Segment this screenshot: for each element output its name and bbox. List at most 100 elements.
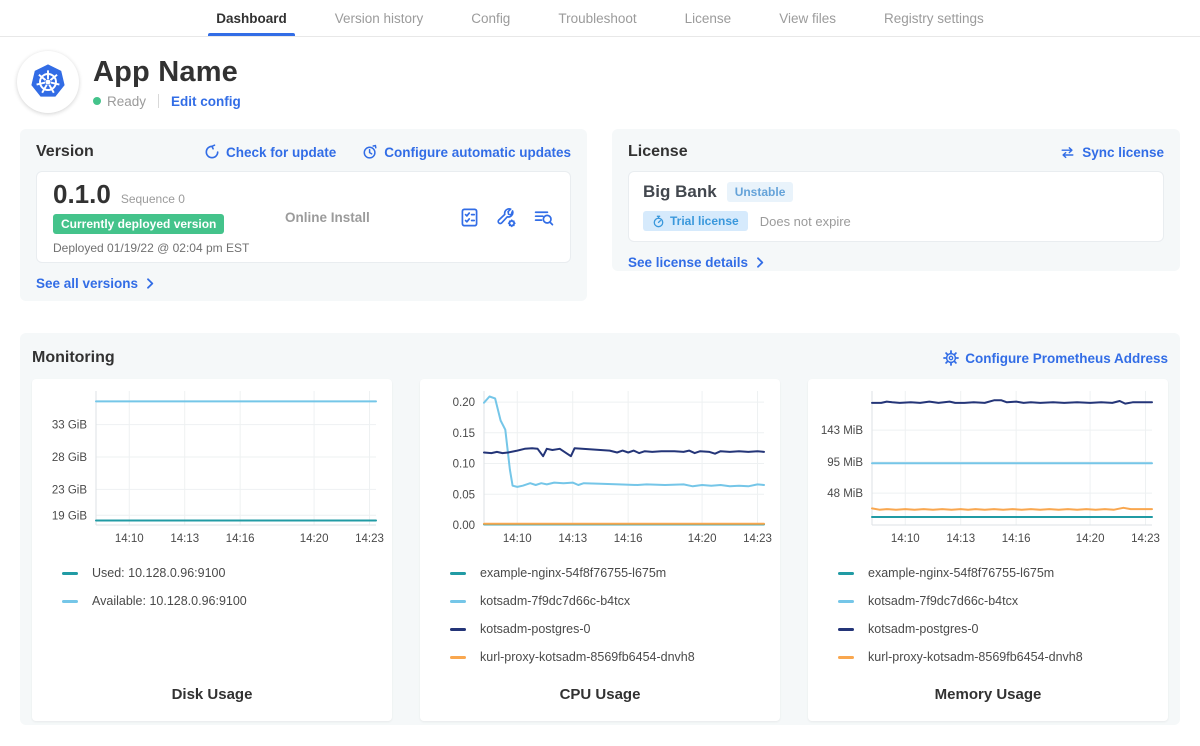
legend-label: Available: 10.128.0.96:9100	[92, 594, 247, 608]
deployed-timestamp: Deployed 01/19/22 @ 02:04 pm EST	[53, 241, 285, 255]
legend-swatch	[450, 600, 466, 603]
chevron-right-icon	[756, 257, 765, 268]
legend-label: Used: 10.128.0.96:9100	[92, 566, 225, 580]
legend-item: kotsadm-7f9dc7d66c-b4tcx	[838, 587, 1168, 615]
monitoring-section: Monitoring Configure Prometheus Address …	[20, 333, 1180, 725]
svg-text:14:13: 14:13	[946, 533, 975, 545]
legend-item: kotsadm-postgres-0	[450, 615, 780, 643]
legend-swatch	[450, 656, 466, 659]
legend-swatch	[838, 656, 854, 659]
svg-text:23 GiB: 23 GiB	[52, 484, 87, 496]
preflight-checks-button[interactable]	[459, 207, 480, 228]
svg-text:14:13: 14:13	[558, 533, 587, 545]
svg-text:0.20: 0.20	[453, 397, 475, 409]
chart-legend: example-nginx-54f8f76755-l675mkotsadm-7f…	[808, 551, 1168, 671]
version-sequence: Sequence 0	[121, 192, 185, 206]
chart-legend: example-nginx-54f8f76755-l675m kotsadm-7f…	[420, 551, 780, 671]
legend-swatch	[62, 572, 78, 575]
chart-plot-memory-usage: 48 MiB95 MiB143 MiB14:1014:1314:1614:201…	[808, 379, 1168, 551]
view-diff-button[interactable]	[533, 207, 554, 228]
legend-label: kotsadm-7f9dc7d66c-b4tcx	[868, 594, 1018, 608]
app-logo	[17, 51, 79, 113]
charts-row: 19 GiB 23 GiB 28 GiB 33 GiB 14:10 14:13 14:16 1…	[32, 379, 1168, 721]
tab-config[interactable]: Config	[469, 0, 512, 36]
svg-text:14:23: 14:23	[1131, 533, 1160, 545]
clock-update-icon	[362, 144, 378, 160]
sync-license-link[interactable]: Sync license	[1059, 145, 1164, 160]
legend-swatch	[838, 600, 854, 603]
svg-text:28 GiB: 28 GiB	[52, 452, 87, 464]
svg-text:0.05: 0.05	[453, 489, 475, 501]
chart-plot-cpu-usage: 0.000.050.100.150.2014:1014:1314:1614:20…	[420, 379, 780, 551]
version-card: Version Check for update	[20, 129, 587, 301]
checklist-icon	[459, 207, 480, 228]
legend-label: kurl-proxy-kotsadm-8569fb6454-dnvh8	[480, 650, 695, 664]
svg-text:14:13: 14:13	[170, 533, 199, 545]
lines-magnifier-icon	[533, 207, 554, 228]
svg-text:14:20: 14:20	[688, 533, 717, 545]
chart-plot-disk-usage: 19 GiB 23 GiB 28 GiB 33 GiB 14:10 14:13 14:16 1…	[32, 379, 392, 551]
monitoring-heading: Monitoring	[32, 349, 115, 367]
tab-registry-settings[interactable]: Registry settings	[882, 0, 986, 36]
legend-item: kotsadm-postgres-0	[838, 615, 1168, 643]
license-heading: License	[628, 143, 688, 161]
check-for-update-link[interactable]: Check for update	[204, 144, 336, 160]
tab-version-history[interactable]: Version history	[333, 0, 426, 36]
svg-text:0.15: 0.15	[453, 428, 475, 440]
top-tab-bar: Dashboard Version history Config Troublesho…	[0, 0, 1200, 37]
stopwatch-icon	[652, 215, 665, 228]
legend-label: kurl-proxy-kotsadm-8569fb6454-dnvh8	[868, 650, 1083, 664]
svg-text:14:10: 14:10	[115, 533, 144, 545]
legend-swatch	[450, 572, 466, 575]
svg-text:0.10: 0.10	[453, 459, 475, 471]
edit-config-link[interactable]: Edit config	[171, 94, 241, 109]
svg-text:33 GiB: 33 GiB	[52, 420, 87, 432]
edit-config-button[interactable]	[496, 207, 517, 228]
tab-dashboard[interactable]: Dashboard	[214, 0, 289, 36]
tab-troubleshoot[interactable]: Troubleshoot	[556, 0, 638, 36]
legend-item: example-nginx-54f8f76755-l675m	[450, 559, 780, 587]
configure-automatic-updates-link[interactable]: Configure automatic updates	[362, 144, 571, 160]
legend-item: kotsadm-7f9dc7d66c-b4tcx	[450, 587, 780, 615]
svg-text:14:23: 14:23	[743, 533, 772, 545]
legend-swatch	[838, 572, 854, 575]
svg-text:14:16: 14:16	[226, 533, 255, 545]
chart-title: Disk Usage	[32, 686, 392, 703]
current-version-row: 0.1.0 Sequence 0 Currently deployed vers…	[36, 171, 571, 263]
kubernetes-icon	[28, 62, 68, 102]
tab-license[interactable]: License	[683, 0, 734, 36]
svg-text:14:10: 14:10	[503, 533, 532, 545]
legend-swatch	[450, 628, 466, 631]
chart-title: CPU Usage	[420, 686, 780, 703]
gear-icon	[943, 350, 959, 366]
legend-item: Available: 10.128.0.96:9100	[62, 587, 392, 615]
chart-card-memory-usage: 48 MiB95 MiB143 MiB14:1014:1314:1614:201…	[808, 379, 1168, 721]
chevron-right-icon	[146, 278, 155, 289]
license-card: License Sync license Big Bank Unstable	[612, 129, 1180, 271]
chart-card-disk-usage: 19 GiB 23 GiB 28 GiB 33 GiB 14:10 14:13 14:16 1…	[32, 379, 392, 721]
install-type-label: Online Install	[285, 210, 459, 225]
app-header: App Name Ready Edit config	[0, 37, 1200, 113]
status-badge: Ready	[107, 94, 146, 109]
configure-prometheus-link[interactable]: Configure Prometheus Address	[943, 350, 1168, 366]
legend-label: example-nginx-54f8f76755-l675m	[480, 566, 666, 580]
svg-text:95 MiB: 95 MiB	[827, 457, 863, 469]
chart-legend: Used: 10.128.0.96:9100 Available: 10.128.…	[32, 551, 392, 615]
svg-text:14:10: 14:10	[891, 533, 920, 545]
legend-label: kotsadm-postgres-0	[868, 622, 978, 636]
deployed-badge: Currently deployed version	[53, 214, 224, 234]
svg-text:19 GiB: 19 GiB	[52, 510, 87, 522]
page-title: App Name	[93, 56, 241, 89]
see-all-versions-link[interactable]: See all versions	[36, 276, 155, 291]
svg-text:14:20: 14:20	[1076, 533, 1105, 545]
svg-text:0.00: 0.00	[453, 520, 475, 532]
refresh-icon	[204, 144, 220, 160]
legend-item: Used: 10.128.0.96:9100	[62, 559, 392, 587]
legend-swatch	[838, 628, 854, 631]
svg-text:14:20: 14:20	[300, 533, 329, 545]
tab-view-files[interactable]: View files	[777, 0, 838, 36]
version-number: 0.1.0	[53, 179, 111, 210]
see-license-details-link[interactable]: See license details	[628, 255, 765, 270]
legend-label: kotsadm-postgres-0	[480, 622, 590, 636]
license-type-badge: Trial license	[643, 211, 748, 231]
